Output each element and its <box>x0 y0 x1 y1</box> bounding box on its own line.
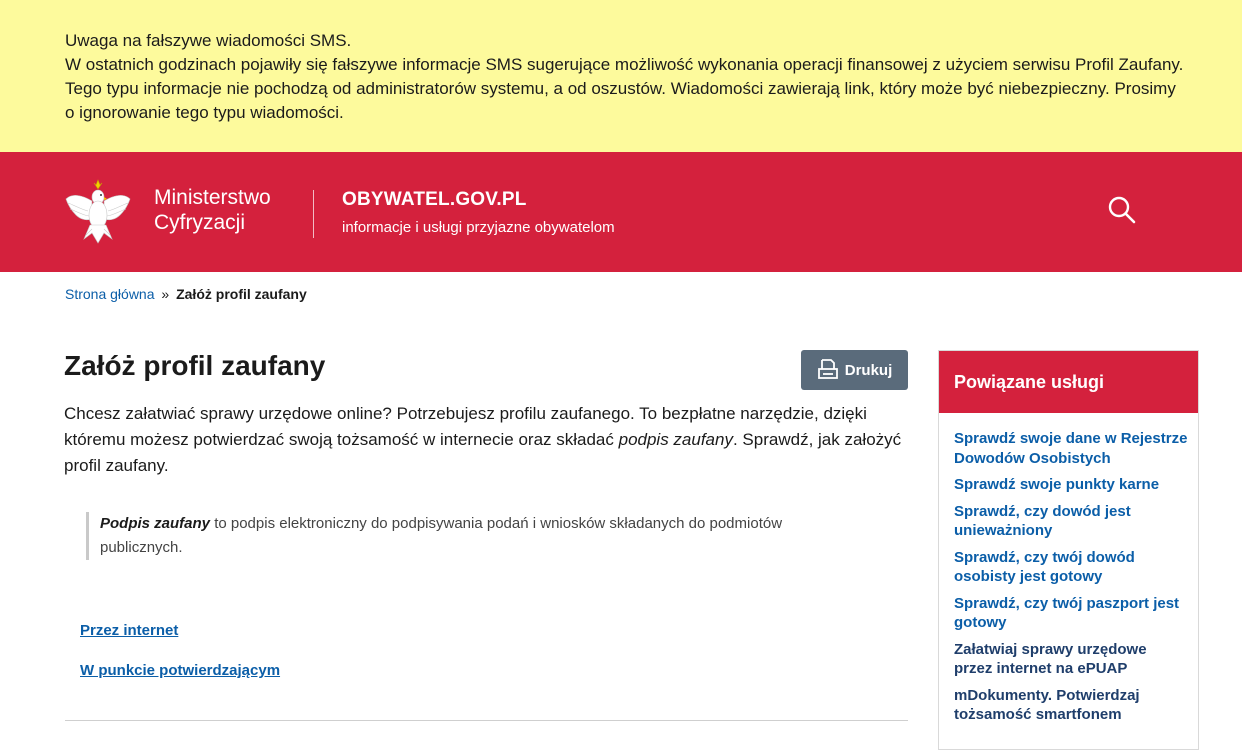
link-online[interactable]: Przez internet <box>80 622 178 639</box>
header-divider <box>313 190 314 238</box>
related-link[interactable]: Sprawdź swoje dane w Rejestrze Dowodów O… <box>954 430 1187 467</box>
print-button[interactable]: Drukuj <box>801 350 908 390</box>
list-item[interactable]: Sprawdź swoje punkty karne <box>954 475 1188 495</box>
quote-term: Podpis zaufany <box>100 515 211 532</box>
related-link[interactable]: Sprawdź, czy twój paszport jest gotowy <box>954 595 1179 632</box>
related-link[interactable]: Sprawdź, czy dowód jest unieważniony <box>954 503 1131 540</box>
related-services-list: Sprawdź swoje dane w Rejestrze Dowodów O… <box>939 413 1198 725</box>
list-item[interactable]: Sprawdź, czy dowód jest unieważniony <box>954 502 1188 541</box>
breadcrumb: Strona główna » Załóż profil zaufany <box>65 286 307 302</box>
print-button-label: Drukuj <box>844 361 893 379</box>
related-link[interactable]: mDokumenty. Potwierdzaj tożsamość smartf… <box>954 687 1140 724</box>
related-link[interactable]: Załatwiaj sprawy urzędowe przez internet… <box>954 641 1147 678</box>
content-divider <box>65 720 908 721</box>
list-item[interactable]: mDokumenty. Potwierdzaj tożsamość smartf… <box>954 686 1188 725</box>
list-item[interactable]: Załatwiaj sprawy urzędowe przez internet… <box>954 640 1188 679</box>
related-services-panel: Powiązane usługi Sprawdź swoje dane w Re… <box>938 350 1199 750</box>
alert-body: W ostatnich godzinach pojawiły się fałsz… <box>65 55 1184 122</box>
breadcrumb-current: Załóż profil zaufany <box>176 286 307 302</box>
site-header: Ministerstwo Cyfryzacji OBYWATEL.GOV.PL … <box>0 152 1242 272</box>
list-item[interactable]: Sprawdź, czy twój paszport jest gotowy <box>954 594 1188 633</box>
link-confirmation-point[interactable]: W punkcie potwierdzającym <box>80 662 280 679</box>
alert-text: Uwaga na fałszywe wiadomości SMS. W osta… <box>65 29 1185 125</box>
site-name-link[interactable]: OBYWATEL.GOV.PL <box>342 189 527 211</box>
search-icon <box>1108 196 1136 224</box>
related-link[interactable]: Sprawdź, czy twój dowód osobisty jest go… <box>954 549 1135 586</box>
list-item[interactable]: Sprawdź, czy twój dowód osobisty jest go… <box>954 548 1188 587</box>
related-services-title: Powiązane usługi <box>939 351 1198 413</box>
alert-banner: Uwaga na fałszywe wiadomości SMS. W osta… <box>0 0 1242 152</box>
alert-title: Uwaga na fałszywe wiadomości SMS. <box>65 31 352 50</box>
ministry-line1: Ministerstwo <box>154 186 271 209</box>
search-button[interactable] <box>1104 192 1140 228</box>
list-item[interactable]: Sprawdź swoje dane w Rejestrze Dowodów O… <box>954 429 1188 468</box>
intro-emphasis: podpis zaufany <box>618 430 733 449</box>
breadcrumb-separator: » <box>161 286 170 302</box>
intro-paragraph: Chcesz załatwiać sprawy urzędowe online?… <box>64 401 904 479</box>
printer-icon <box>817 359 838 379</box>
eagle-emblem-icon[interactable] <box>64 175 132 247</box>
page-title: Załóż profil zaufany <box>64 350 326 381</box>
definition-quote: Podpis zaufany to podpis elektroniczny d… <box>86 512 846 560</box>
site-tagline: informacje i usługi przyjazne obywatelom <box>342 219 615 236</box>
ministry-line2: Cyfryzacji <box>154 211 246 234</box>
related-link[interactable]: Sprawdź swoje punkty karne <box>954 476 1159 493</box>
ministry-name[interactable]: Ministerstwo Cyfryzacji <box>154 185 271 235</box>
breadcrumb-home-link[interactable]: Strona główna <box>65 286 155 302</box>
